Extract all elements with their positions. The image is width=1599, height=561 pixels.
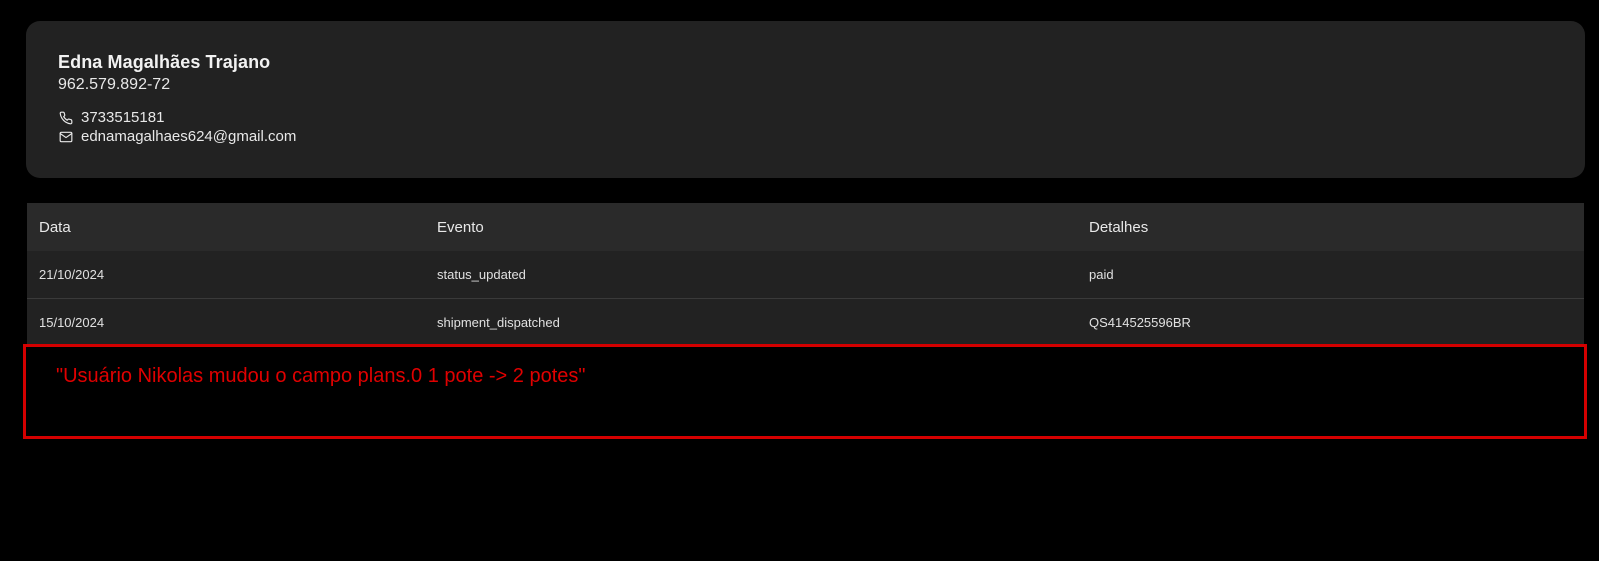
phone-icon [58,110,74,126]
table-header-row: Data Evento Detalhes [27,203,1584,251]
page: Edna Magalhães Trajano 962.579.892-72 37… [0,0,1599,561]
contact-email[interactable]: ednamagalhaes624@gmail.com [81,128,296,145]
table-row: 21/10/2024 status_updated paid [27,251,1584,299]
cell-date: 21/10/2024 [27,251,425,299]
cell-event: shipment_dispatched [437,315,560,330]
customer-document: 962.579.892-72 [58,76,171,93]
annotation-text: "Usuário Nikolas mudou o campo plans.0 1… [56,365,586,387]
cell-event: status_updated [425,251,1077,299]
column-header-event: Evento [425,203,1077,251]
cell-details: QS414525596BR [1089,315,1191,330]
events-table: Data Evento Detalhes 21/10/2024 status_u… [27,203,1584,346]
column-header-details: Detalhes [1077,203,1584,251]
contact-email-row: ednamagalhaes624@gmail.com [58,128,296,145]
table-row: 15/10/2024 shipment_dispatched QS4145255… [27,299,1584,347]
mail-icon [58,129,74,145]
contact-phone-row: 3733515181 [58,109,164,126]
cell-details: paid [1077,251,1584,299]
annotation-box: "Usuário Nikolas mudou o campo plans.0 1… [23,344,1587,439]
column-header-date: Data [27,203,425,251]
cell-date: 15/10/2024 [39,315,105,330]
customer-name: Edna Magalhães Trajano [58,52,271,72]
customer-card: Edna Magalhães Trajano 962.579.892-72 37… [26,21,1585,178]
contact-phone[interactable]: 3733515181 [81,109,164,126]
